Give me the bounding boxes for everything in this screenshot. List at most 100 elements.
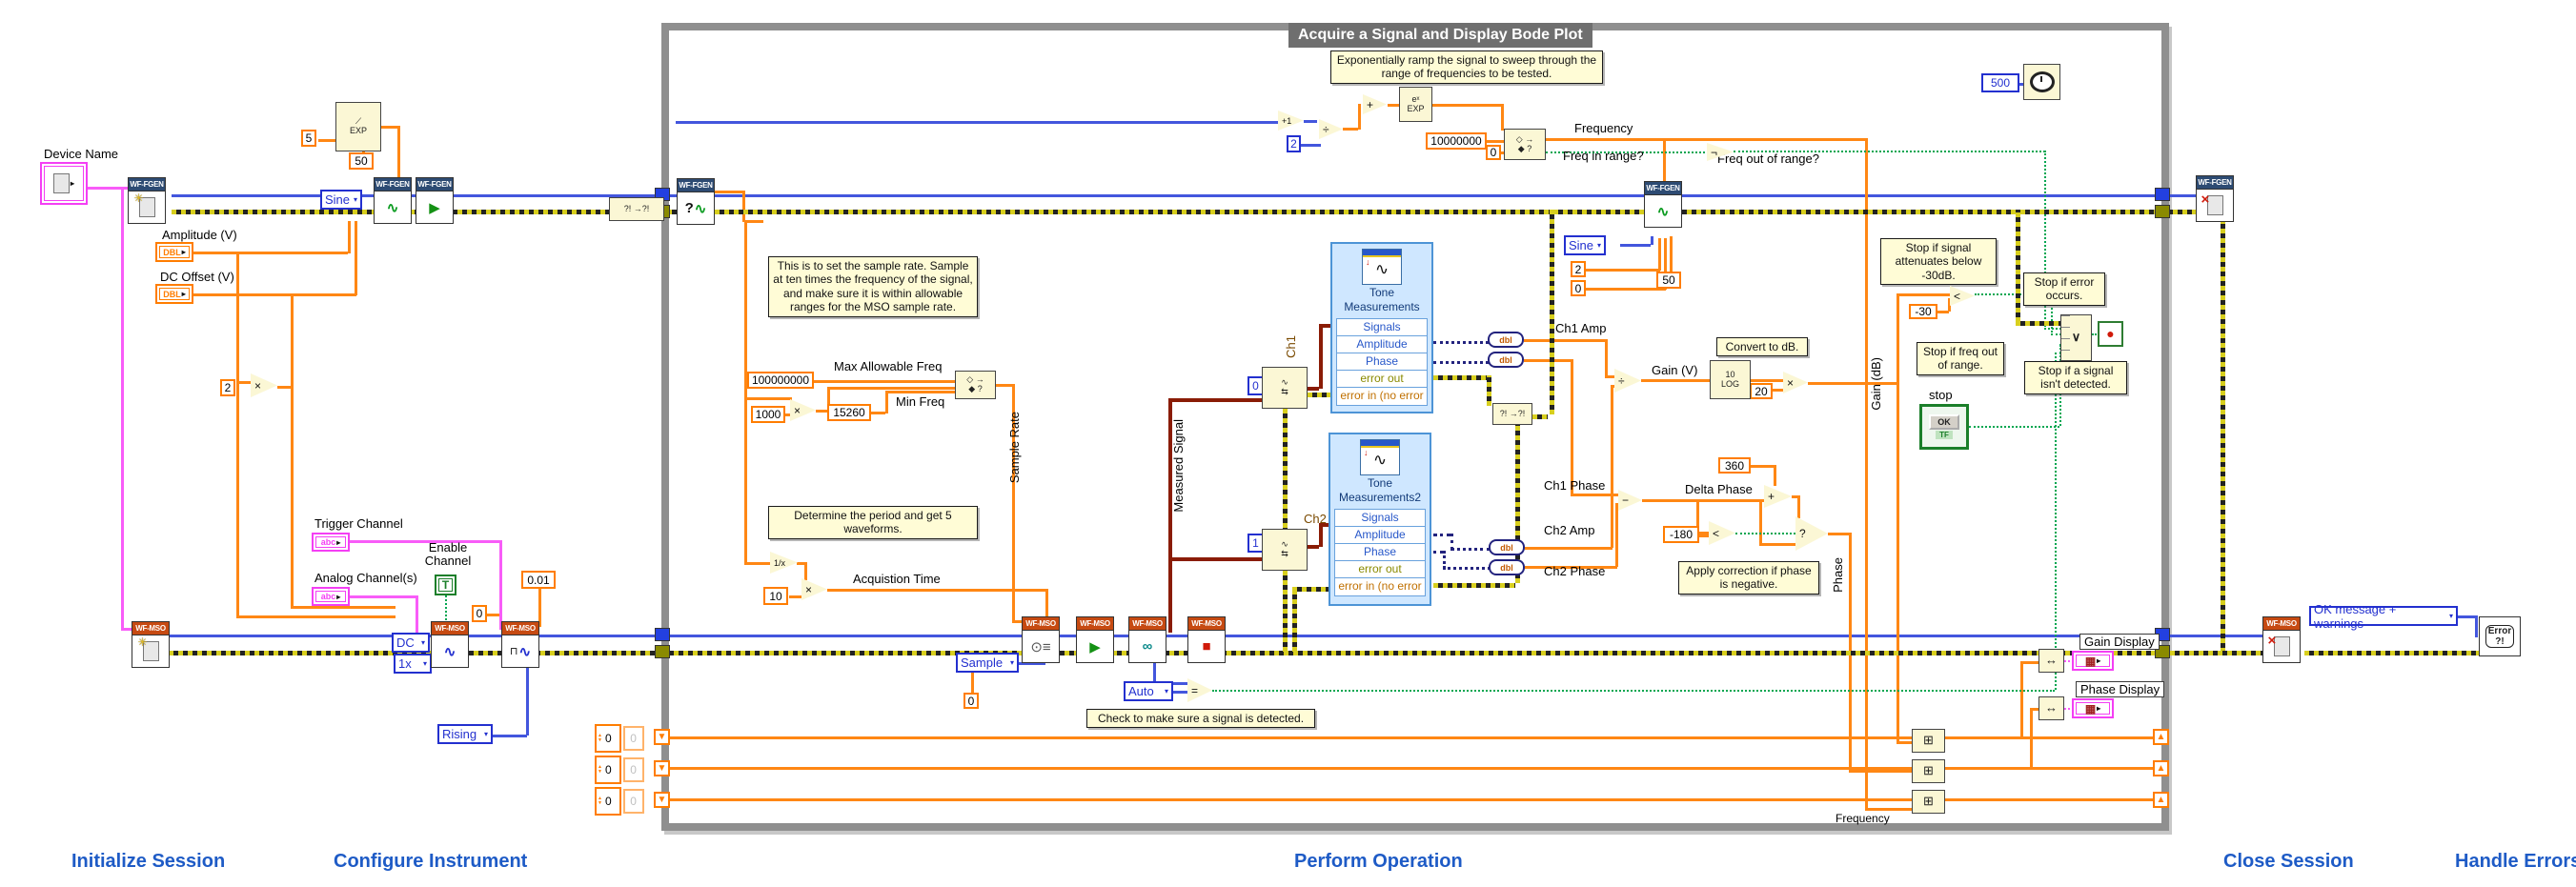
tone-measurements2[interactable]: ∿↓Tone Measurements2SignalsAmplitudePhas… [1329,433,1431,606]
merge-errors-node-2[interactable]: ?! →?! [1492,403,1532,425]
array-stepper[interactable]: ▲ ▼0 [595,756,621,784]
stepper-icon[interactable]: ▲ ▼ [597,765,603,775]
array-const-gain[interactable]: ▲ ▼00 [595,724,644,753]
dropdown-sine-1[interactable]: Sine▾ [320,190,362,210]
const-0p01[interactable]: 0.01 [521,571,556,589]
array-const-phase[interactable]: ▲ ▼00 [595,756,644,784]
const-50-inner[interactable]: 50 [1656,272,1681,289]
analog-channels-control[interactable]: abc▸ [312,587,350,606]
const-100000000[interactable]: 100000000 [747,372,814,389]
tone-measurements[interactable]: ∿↓Tone MeasurementsSignalsAmplitudePhase… [1330,242,1433,413]
build-array-freq[interactable]: ⊞ [1912,790,1945,814]
stop-button[interactable]: OKTF [1919,404,1969,450]
in-range-coerce-sample[interactable]: ◇ → ◆ ? [955,371,996,399]
sr-right-gain[interactable]: ▲ [2153,729,2169,745]
wf-mso-configure-channel-icon[interactable]: WF-MSO∿ [431,621,469,665]
tone-measurements-row-error-out[interactable]: error out [1336,370,1428,389]
xy-update-phase[interactable]: ↔ [2038,696,2064,720]
const-15260[interactable]: 15260 [827,404,871,421]
ok-button[interactable]: OK [1929,414,1959,430]
array-value[interactable]: 0 [603,732,619,745]
stepper-icon[interactable]: ▲ ▼ [597,796,603,806]
wait-ms-node[interactable] [2023,64,2060,100]
const-360[interactable]: 360 [1718,457,1751,474]
build-array-phase[interactable]: ⊞ [1912,759,1945,783]
gain-display-ref[interactable]: ▦▸ [2072,651,2114,671]
dropdown-sample[interactable]: Sample▾ [956,653,1019,673]
dropdown-auto[interactable]: Auto▾ [1124,681,1173,701]
sr-right-phase[interactable]: ▲ [2153,760,2169,776]
wf-fgen-configure-icon[interactable]: WF-FGEN∿ [374,177,412,221]
exp-node[interactable]: eˣ EXP [1399,87,1432,122]
const-2-cycles[interactable]: 2 [1571,261,1586,277]
dropdown-ok-message[interactable]: OK message + warnings▾ [2309,606,2458,626]
dropdown-dc[interactable]: DC▾ [392,633,430,653]
get-waveform-ch1[interactable]: ∿ ⇆ [1262,367,1308,409]
build-array-gain[interactable]: ⊞ [1912,729,1945,753]
const-20[interactable]: 20 [1750,383,1773,399]
tone-measurements-row-signals[interactable]: Signals [1336,318,1428,337]
stepper-icon[interactable]: ▲ ▼ [597,734,603,743]
array-stepper[interactable]: ▲ ▼0 [595,724,621,753]
dropdown-1x[interactable]: 1x▾ [394,654,432,674]
const-500[interactable]: 500 [1981,73,2019,92]
const-10000000[interactable]: 10000000 [1426,132,1487,150]
wf-mso-run-icon[interactable]: WF-MSO▶ [1076,616,1114,660]
exponential-node[interactable]: ⟋ EXP [335,102,381,151]
in-range-coerce-freq[interactable]: ◇ → ◆ ? [1504,129,1546,160]
tone-measurements-row-amplitude[interactable]: Amplitude [1336,335,1428,354]
dropdown-rising[interactable]: Rising▾ [437,724,493,744]
wf-mso-read-icon[interactable]: WF-MSO∞ [1128,616,1166,660]
sr-right-freq[interactable]: ▲ [2153,792,2169,808]
const-2-div[interactable]: 2 [1287,135,1301,152]
compound-or-node[interactable]: ∨ [2060,314,2092,361]
tone-measurements2-row-error-out[interactable]: error out [1334,560,1426,579]
array-const-freq[interactable]: ▲ ▼00 [595,787,644,816]
const-50-outer[interactable]: 50 [349,152,374,170]
dropdown-sine-2[interactable]: Sine▾ [1564,235,1606,255]
wf-fgen-query-icon[interactable]: WF-FGEN?∿ [677,178,715,222]
dc-offset-control[interactable]: DBL▸ [155,284,193,304]
array-value[interactable]: 0 [603,763,619,776]
amplitude-control[interactable]: DBL▸ [155,242,193,262]
xy-update-gain[interactable]: ↔ [2038,649,2064,673]
const-1000[interactable]: 1000 [751,406,785,423]
const-0-trig[interactable]: 0 [472,605,487,622]
sr-left-freq[interactable]: ▼ [654,792,670,808]
tone-measurements2-row-phase[interactable]: Phase [1334,543,1426,562]
log-node[interactable]: 10 LOG [1710,360,1751,399]
sr-left-phase[interactable]: ▼ [654,760,670,776]
array-stepper[interactable]: ▲ ▼0 [595,787,621,816]
sr-left-gain[interactable]: ▼ [654,729,670,745]
phase-display-ref[interactable]: ▦▸ [2072,698,2114,718]
enable-channel-control[interactable]: T [435,575,456,595]
wf-fgen-run-icon[interactable]: WF-FGEN▶ [416,177,454,221]
array-value[interactable]: 0 [603,795,619,808]
wf-mso-configure-timing-icon[interactable]: WF-MSO⊙≡ [1022,616,1060,660]
merge-errors-node-1[interactable]: ?! →?! [609,197,664,221]
const-neg30[interactable]: -30 [1909,304,1937,319]
wf-mso-stop-icon[interactable]: WF-MSO■ [1187,616,1226,660]
tone-measurements-row-phase[interactable]: Phase [1336,353,1428,372]
const-0-sample[interactable]: 0 [963,693,979,709]
wf-mso-initialize-icon[interactable]: WF-MSO✳ [132,621,170,665]
device-name-control[interactable]: ▸ [40,162,88,205]
op-multiply-range[interactable]: × [251,373,277,397]
tone-measurements2-row-signals[interactable]: Signals [1334,509,1426,528]
wf-fgen-configure2-icon[interactable]: WF-FGEN∿ [1644,181,1682,225]
const-10[interactable]: 10 [763,587,788,605]
const-5[interactable]: 5 [301,130,316,147]
const-0-range[interactable]: 0 [1486,145,1501,160]
trigger-channel-control[interactable]: abc▸ [312,533,350,552]
tone-measurements2-row-amplitude[interactable]: Amplitude [1334,526,1426,545]
tone-measurements-row-error-in-no-error[interactable]: error in (no error [1336,387,1428,406]
get-waveform-ch2[interactable]: ∿ ⇆ [1262,529,1308,571]
loop-condition-terminal[interactable]: ● [2098,321,2123,347]
wf-mso-configure-trigger-icon[interactable]: WF-MSO⊓∿ [501,621,539,665]
wf-fgen-initialize-icon[interactable]: WF-FGEN✳ [128,177,166,221]
wf-mso-close-icon[interactable]: WF-MSO× [2262,616,2301,660]
const-0-cycles[interactable]: 0 [1571,280,1586,296]
wf-fgen-close-icon[interactable]: WF-FGEN× [2196,175,2234,219]
tone-measurements2-row-error-in-no-error[interactable]: error in (no error [1334,577,1426,596]
const-neg180[interactable]: -180 [1663,526,1699,543]
